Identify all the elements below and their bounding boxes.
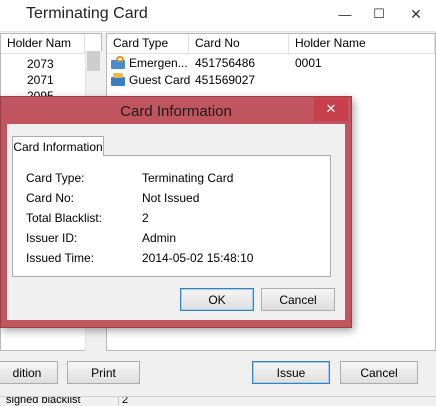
card-no-label: Card No: [26, 191, 75, 205]
table-row[interactable]: Emergen... 451756486 0001 [107, 55, 435, 71]
card-type-cell: Emergen... [129, 56, 188, 70]
window-close-button[interactable]: ✕ [396, 0, 436, 28]
emergency-card-icon [111, 56, 127, 70]
tab-card-information[interactable]: Card Information [12, 136, 104, 156]
card-no-cell: 451756486 [195, 56, 256, 70]
card-no-value: Not Issued [142, 191, 200, 205]
dialog-close-button[interactable]: ✕ [314, 97, 348, 121]
column-header-holder-name[interactable]: Holder Name [289, 34, 435, 54]
status-label: signed blacklist [6, 396, 81, 406]
card-type-label: Card Type: [26, 171, 85, 185]
scrollbar-thumb[interactable] [87, 51, 100, 71]
list-item[interactable]: 2073 [27, 56, 54, 72]
column-header-card-type[interactable]: Card Type [107, 34, 189, 54]
maximize-button[interactable]: ☐ [364, 0, 394, 28]
issued-time-value: 2014-05-02 15:48:10 [142, 251, 254, 265]
edition-button[interactable]: dition [0, 361, 58, 384]
table-row[interactable]: Guest Card 451569027 [107, 72, 435, 88]
status-bar: signed blacklist 2 [0, 396, 436, 406]
minimize-button[interactable]: — [330, 0, 360, 28]
column-header-card-no[interactable]: Card No [189, 34, 289, 54]
ok-button[interactable]: OK [180, 288, 254, 311]
column-header-holder-name[interactable]: Holder Nam [1, 34, 85, 54]
list-item[interactable]: 2071 [27, 72, 54, 88]
guest-card-icon [111, 73, 127, 87]
issue-button[interactable]: Issue [252, 361, 330, 384]
issuer-id-value: Admin [142, 231, 177, 245]
card-no-cell: 451569027 [195, 73, 256, 87]
cancel-button[interactable]: Cancel [340, 361, 418, 384]
total-blacklist-label: Total Blacklist: [26, 211, 103, 225]
issued-time-label: Issued Time: [26, 251, 95, 265]
status-value: 2 [122, 396, 129, 406]
total-blacklist-value: 2 [142, 211, 149, 225]
holder-name-cell: 0001 [295, 56, 322, 70]
card-type-cell: Guest Card [129, 73, 191, 87]
dialog-title: Card Information [120, 103, 232, 120]
window-title: Terminating Card [26, 5, 148, 22]
card-type-value: Terminating Card [142, 171, 234, 185]
issuer-id-label: Issuer ID: [26, 231, 78, 245]
print-button[interactable]: Print [67, 361, 140, 384]
dialog-cancel-button[interactable]: Cancel [261, 288, 335, 311]
